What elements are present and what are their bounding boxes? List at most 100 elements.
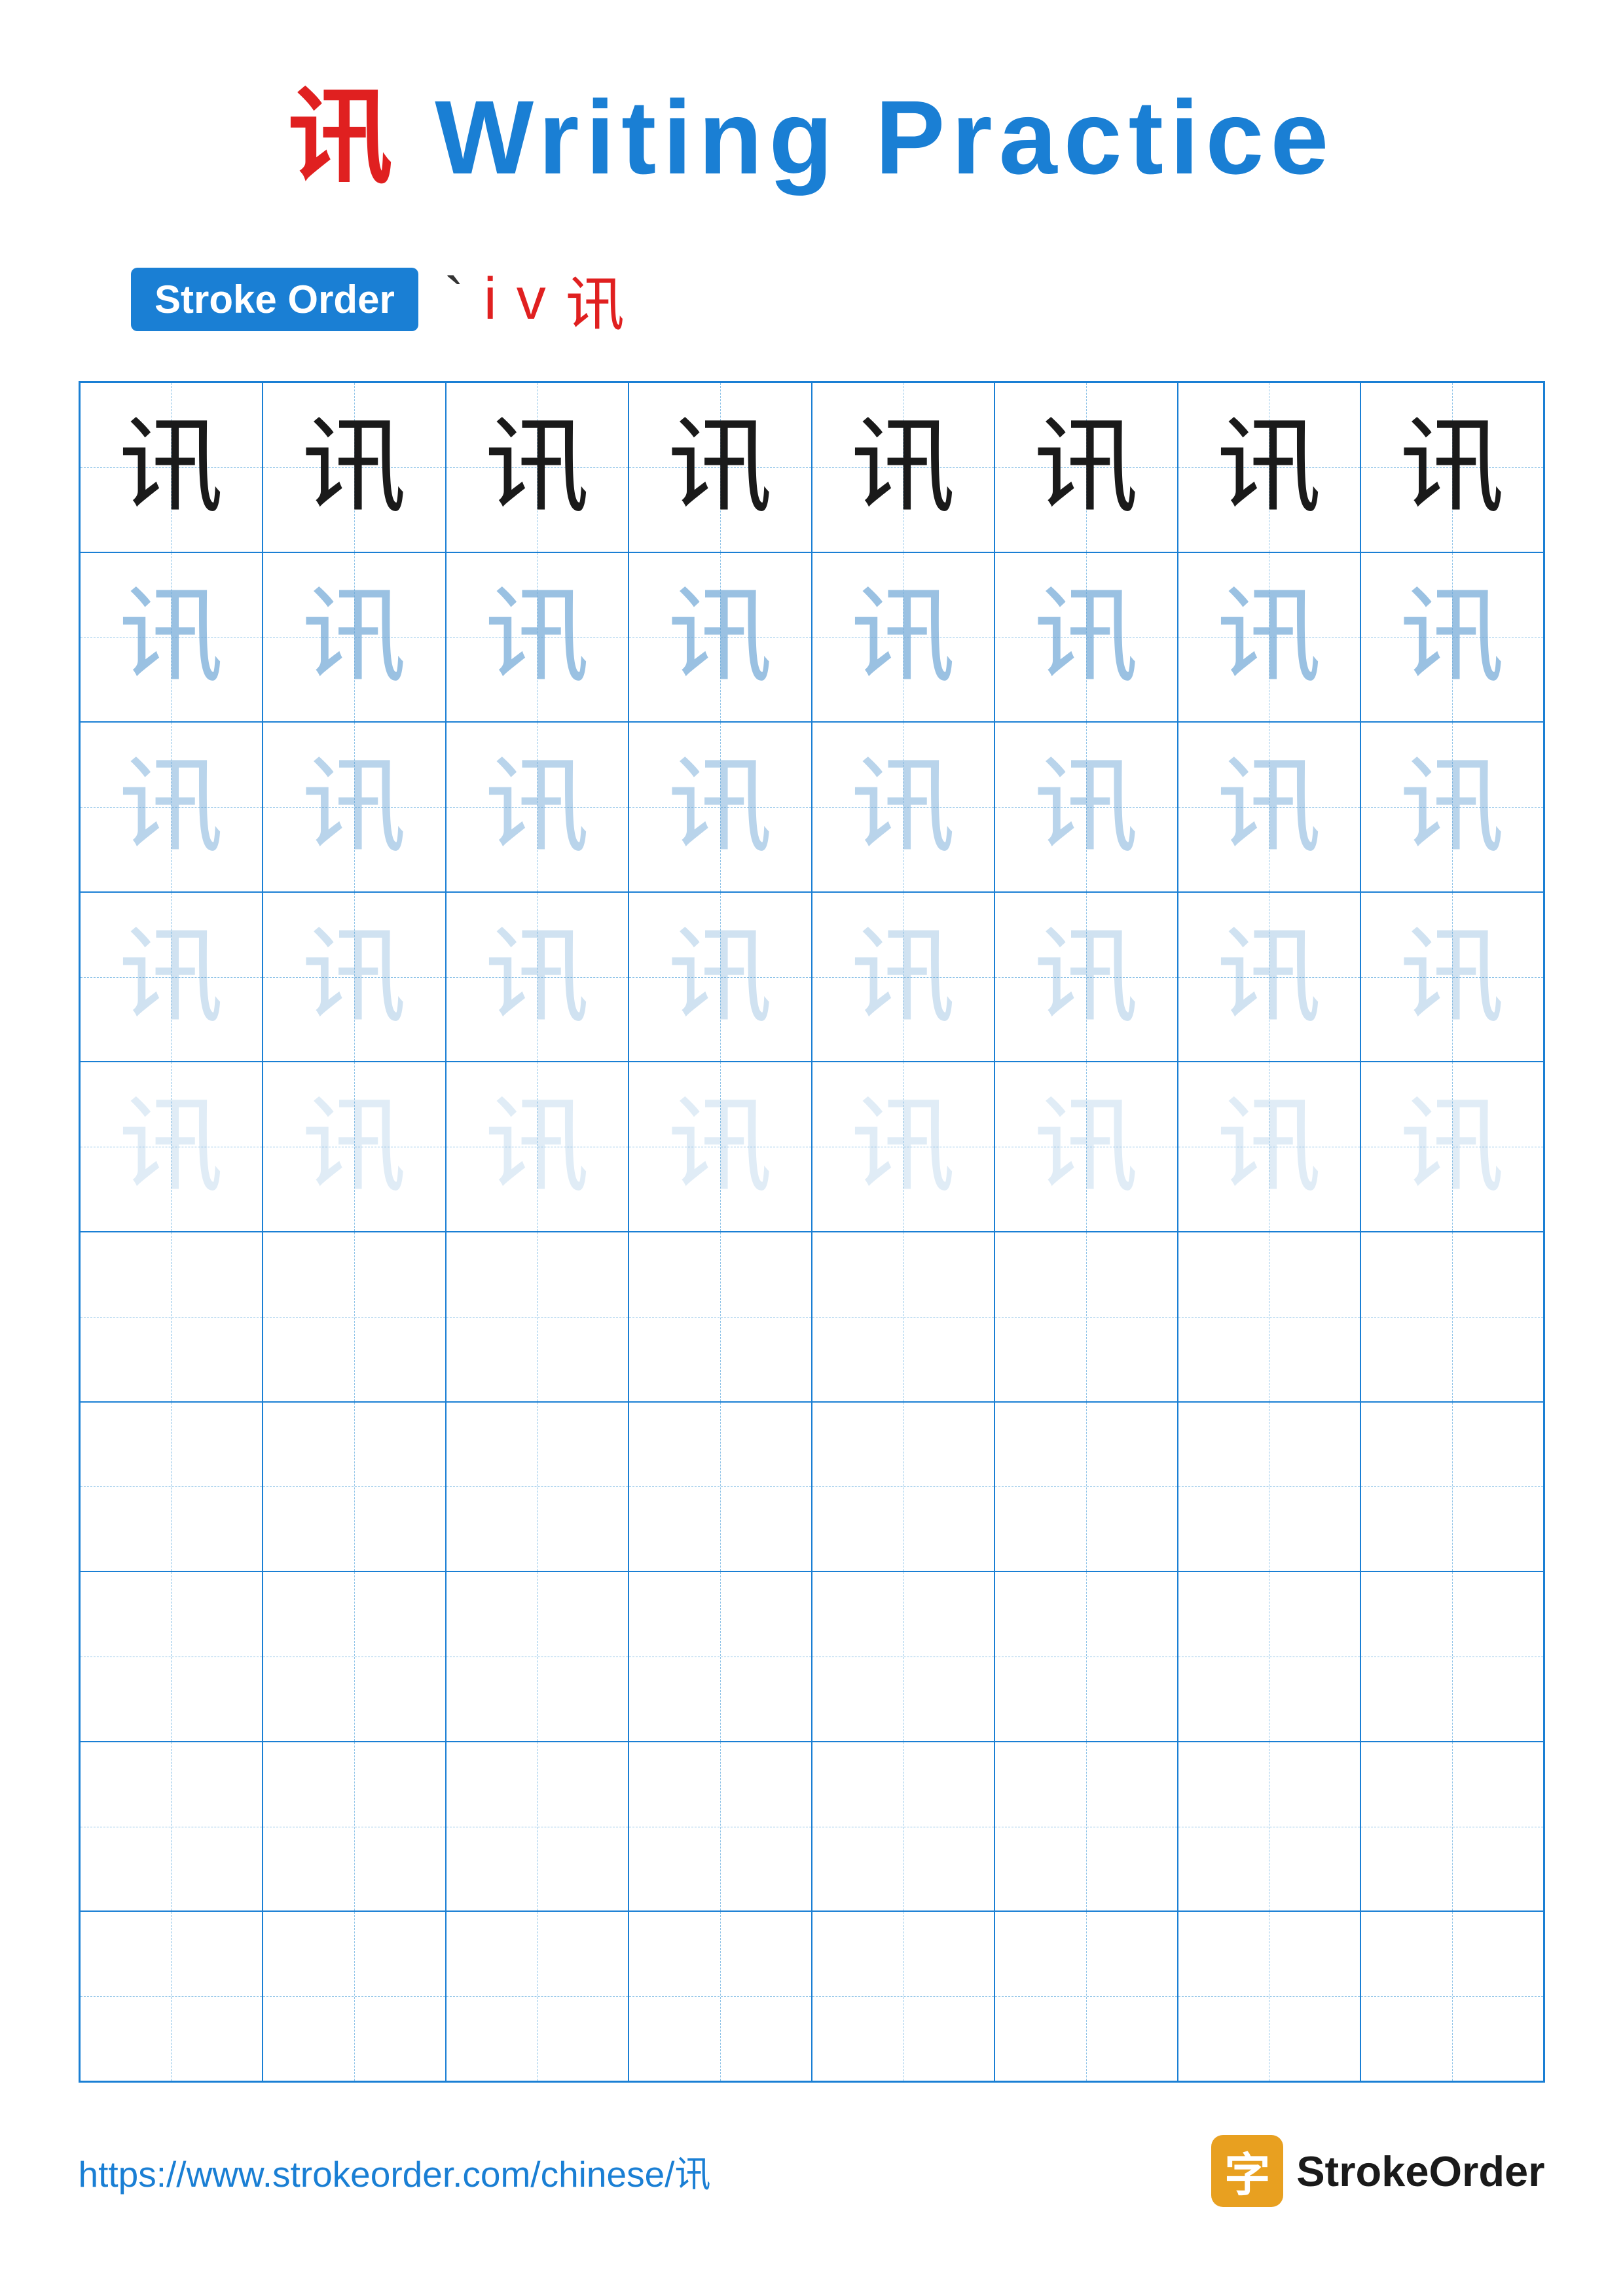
grid-cell[interactable] — [812, 1232, 995, 1402]
grid-cell[interactable] — [80, 1571, 263, 1742]
grid-cell[interactable]: 讯 — [80, 892, 263, 1062]
grid-cell[interactable]: 讯 — [263, 892, 446, 1062]
grid-cell[interactable]: 讯 — [1360, 1062, 1544, 1232]
grid-cell[interactable] — [1178, 1402, 1361, 1572]
grid-cell[interactable] — [80, 1402, 263, 1572]
grid-cell[interactable]: 讯 — [446, 1062, 629, 1232]
cell-char: 讯 — [1216, 925, 1321, 1030]
cell-char: 讯 — [302, 1094, 407, 1199]
grid-cell[interactable]: 讯 — [812, 382, 995, 552]
cell-char: 讯 — [119, 925, 223, 1030]
grid-cell[interactable] — [446, 1742, 629, 1912]
grid-cell[interactable] — [263, 1232, 446, 1402]
grid-cell[interactable] — [446, 1232, 629, 1402]
grid-cell[interactable] — [263, 1911, 446, 2081]
grid-cell[interactable]: 讯 — [994, 722, 1178, 892]
cell-char: 讯 — [668, 415, 773, 520]
grid-cell[interactable]: 讯 — [1360, 552, 1544, 723]
cell-char: 讯 — [850, 415, 955, 520]
grid-cell[interactable] — [263, 1742, 446, 1912]
cell-char: 讯 — [302, 584, 407, 689]
cell-char: 讯 — [1400, 925, 1504, 1030]
cell-char: 讯 — [1034, 925, 1139, 1030]
grid-cell[interactable]: 讯 — [994, 1062, 1178, 1232]
grid-cell[interactable]: 讯 — [1178, 382, 1361, 552]
stroke-4: 讯 — [566, 257, 625, 342]
grid-cell[interactable]: 讯 — [1360, 892, 1544, 1062]
grid-cell[interactable] — [80, 1742, 263, 1912]
grid-cell[interactable]: 讯 — [629, 382, 812, 552]
title-char: 讯 — [288, 79, 399, 196]
grid-cell[interactable] — [263, 1571, 446, 1742]
grid-cell[interactable]: 讯 — [446, 722, 629, 892]
grid-cell[interactable] — [629, 1911, 812, 2081]
grid-cell[interactable]: 讯 — [629, 1062, 812, 1232]
page-title: 讯 Writing Practice — [288, 52, 1336, 204]
grid-cell[interactable]: 讯 — [812, 722, 995, 892]
grid-cell[interactable] — [80, 1911, 263, 2081]
grid-cell[interactable] — [1178, 1571, 1361, 1742]
grid-cell[interactable]: 讯 — [1178, 552, 1361, 723]
grid-cell[interactable]: 讯 — [80, 382, 263, 552]
cell-char: 讯 — [302, 415, 407, 520]
grid-cell[interactable] — [629, 1742, 812, 1912]
grid-cell[interactable]: 讯 — [1178, 1062, 1361, 1232]
grid-cell[interactable] — [994, 1571, 1178, 1742]
grid-cell[interactable]: 讯 — [80, 552, 263, 723]
grid-cell[interactable] — [629, 1571, 812, 1742]
grid-cell[interactable] — [994, 1911, 1178, 2081]
grid-cell[interactable]: 讯 — [263, 382, 446, 552]
grid-cell[interactable] — [812, 1742, 995, 1912]
grid-cell[interactable] — [446, 1571, 629, 1742]
grid-cell[interactable]: 讯 — [1178, 892, 1361, 1062]
grid-cell[interactable]: 讯 — [812, 1062, 995, 1232]
grid-cell[interactable] — [1360, 1571, 1544, 1742]
title-suffix: Writing Practice — [399, 79, 1336, 196]
grid-cell[interactable]: 讯 — [812, 552, 995, 723]
grid-cell[interactable] — [812, 1402, 995, 1572]
grid-cell[interactable]: 讯 — [446, 552, 629, 723]
grid-cell[interactable]: 讯 — [1360, 382, 1544, 552]
grid-cell[interactable]: 讯 — [994, 552, 1178, 723]
grid-cell[interactable]: 讯 — [629, 892, 812, 1062]
grid-cell[interactable] — [994, 1742, 1178, 1912]
cell-char: 讯 — [850, 1094, 955, 1199]
grid-cell[interactable] — [1178, 1911, 1361, 2081]
grid-cell[interactable]: 讯 — [80, 722, 263, 892]
grid-cell[interactable] — [263, 1402, 446, 1572]
cell-char: 讯 — [1216, 1094, 1321, 1199]
grid-cell[interactable]: 讯 — [263, 552, 446, 723]
grid-cell[interactable]: 讯 — [994, 382, 1178, 552]
grid-cell[interactable]: 讯 — [80, 1062, 263, 1232]
grid-cell[interactable]: 讯 — [446, 892, 629, 1062]
grid-cell[interactable] — [80, 1232, 263, 1402]
grid-cell[interactable] — [629, 1232, 812, 1402]
grid-cell[interactable]: 讯 — [994, 892, 1178, 1062]
grid-cell[interactable]: 讯 — [263, 1062, 446, 1232]
practice-grid: 讯讯讯讯讯讯讯讯讯讯讯讯讯讯讯讯讯讯讯讯讯讯讯讯讯讯讯讯讯讯讯讯讯讯讯讯讯讯讯讯 — [79, 381, 1545, 2083]
stroke-order-badge: Stroke Order — [131, 268, 418, 331]
grid-cell[interactable] — [1178, 1232, 1361, 1402]
grid-cell[interactable] — [812, 1911, 995, 2081]
grid-cell[interactable] — [446, 1911, 629, 2081]
grid-cell[interactable]: 讯 — [629, 552, 812, 723]
grid-cell[interactable] — [812, 1571, 995, 1742]
grid-cell[interactable] — [629, 1402, 812, 1572]
grid-cell[interactable] — [1360, 1742, 1544, 1912]
cell-char: 讯 — [668, 925, 773, 1030]
grid-cell[interactable]: 讯 — [629, 722, 812, 892]
grid-cell[interactable]: 讯 — [812, 892, 995, 1062]
grid-cell[interactable] — [1360, 1232, 1544, 1402]
grid-cell[interactable]: 讯 — [446, 382, 629, 552]
cell-char: 讯 — [484, 584, 589, 689]
grid-cell[interactable] — [1360, 1402, 1544, 1572]
grid-cell[interactable]: 讯 — [263, 722, 446, 892]
grid-cell[interactable] — [1178, 1742, 1361, 1912]
grid-cell[interactable]: 讯 — [1178, 722, 1361, 892]
grid-cell[interactable]: 讯 — [1360, 722, 1544, 892]
grid-cell[interactable] — [446, 1402, 629, 1572]
grid-cell[interactable] — [1360, 1911, 1544, 2081]
grid-cell[interactable] — [994, 1232, 1178, 1402]
grid-cell[interactable] — [994, 1402, 1178, 1572]
cell-char: 讯 — [1400, 755, 1504, 859]
